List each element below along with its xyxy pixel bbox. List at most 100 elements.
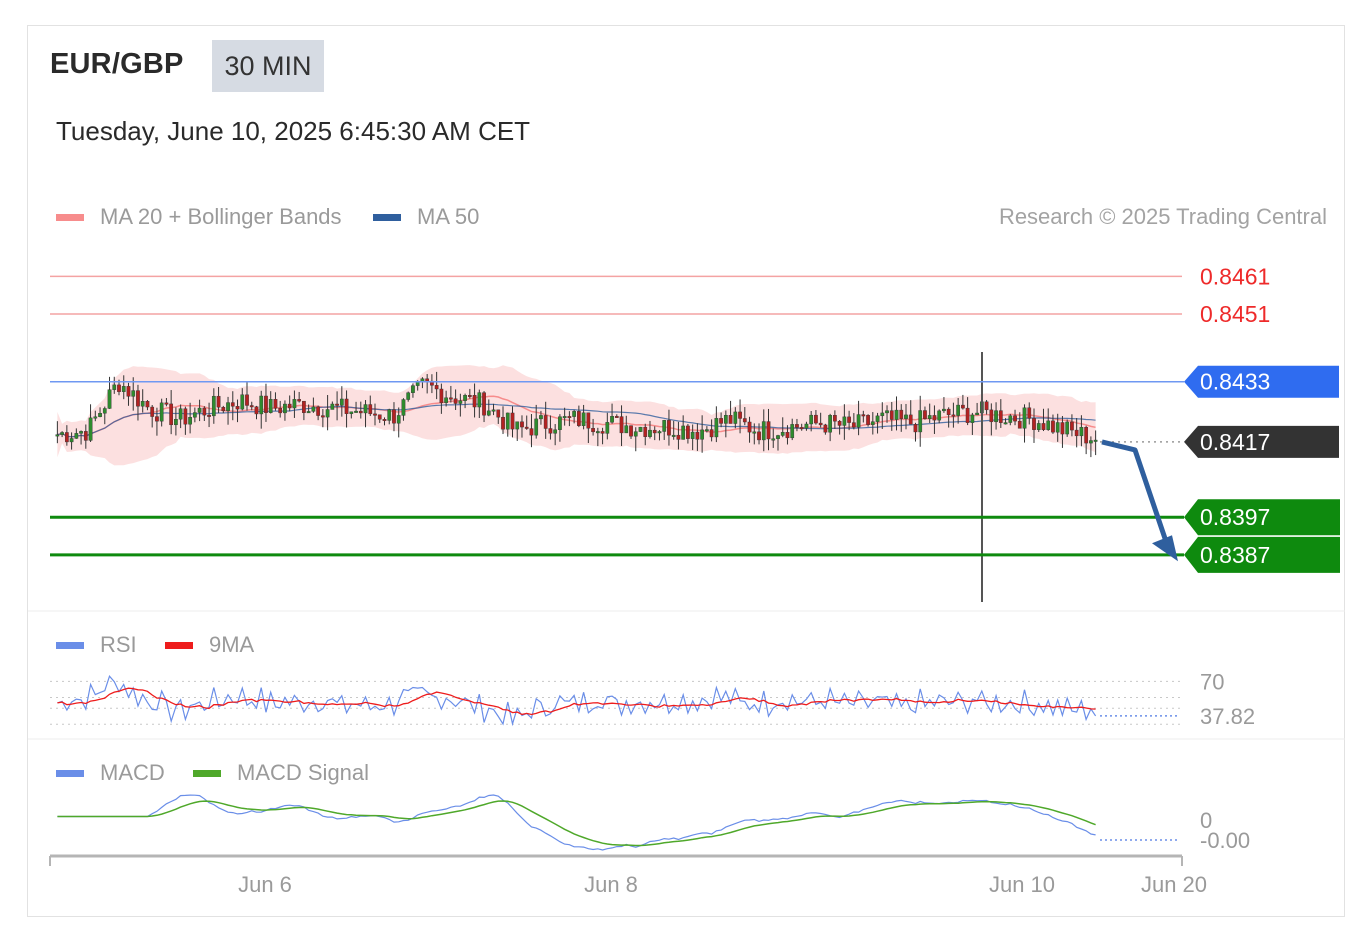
- candle-body: [1046, 420, 1051, 430]
- candle-body: [377, 414, 382, 420]
- candle-body: [64, 432, 69, 443]
- candle-body: [558, 416, 562, 430]
- candle-body: [387, 409, 392, 421]
- candle-body: [358, 410, 363, 414]
- candle-body: [1051, 420, 1055, 433]
- candle-body: [667, 420, 671, 436]
- candle-body: [880, 412, 885, 417]
- candle-body: [823, 424, 828, 433]
- candle-body: [467, 395, 472, 397]
- x-tick-label: Jun 10: [989, 872, 1055, 897]
- candle-body: [761, 421, 766, 441]
- candle-body: [202, 407, 207, 416]
- last-price-label: 0.8417: [1200, 429, 1270, 455]
- candle-body: [1003, 422, 1008, 425]
- candle-body: [529, 428, 534, 436]
- candle-body: [795, 424, 799, 428]
- candle-body: [392, 409, 396, 424]
- candle-body: [169, 403, 174, 426]
- candle-body: [453, 398, 458, 404]
- candle-body: [866, 415, 870, 425]
- candle-body: [733, 411, 738, 424]
- candle-body: [505, 412, 510, 430]
- candle-body: [932, 415, 937, 421]
- x-tick-label: Jun 6: [238, 872, 292, 897]
- candle-body: [595, 431, 600, 434]
- candle-body: [140, 401, 145, 407]
- candle-body: [117, 384, 121, 392]
- macd-signal-line: [57, 800, 1096, 847]
- candle-body: [178, 408, 183, 420]
- candle-body: [785, 432, 790, 439]
- candle-body: [690, 431, 695, 439]
- candle-body: [69, 438, 74, 443]
- candle-body: [411, 385, 415, 393]
- candle-body: [1027, 407, 1032, 419]
- candle-body: [738, 411, 742, 419]
- candle-body: [799, 427, 804, 430]
- candle-body: [306, 411, 311, 414]
- candle-body: [510, 412, 515, 430]
- forecast-arrow-head: [1152, 535, 1178, 562]
- candle-body: [965, 407, 970, 423]
- candle-body: [287, 403, 292, 409]
- candle-body: [349, 411, 354, 414]
- candle-body: [572, 411, 576, 417]
- candle-body: [382, 419, 387, 421]
- candle-body: [183, 408, 188, 425]
- candle-body: [1013, 415, 1017, 422]
- candle-body: [273, 399, 278, 409]
- candle-body: [74, 433, 79, 439]
- candle-body: [961, 404, 965, 409]
- pivot-label: 0.8433: [1200, 369, 1270, 395]
- candle-body: [491, 409, 496, 412]
- candle-body: [60, 432, 64, 435]
- candle-body: [942, 408, 946, 412]
- candle-body: [221, 406, 226, 412]
- candle-body: [1017, 420, 1022, 429]
- candle-body: [885, 410, 889, 414]
- candle-body: [145, 401, 150, 408]
- candle-body: [216, 395, 221, 408]
- candle-body: [752, 431, 757, 434]
- candle-body: [472, 395, 477, 408]
- candle-body: [321, 415, 325, 418]
- support-label: 0.8387: [1200, 542, 1270, 568]
- candle-body: [610, 416, 614, 423]
- candle-body: [771, 438, 776, 441]
- rsi-70-label: 70: [1200, 669, 1224, 694]
- candle-body: [994, 410, 998, 423]
- resistance-label: 0.8451: [1200, 301, 1270, 327]
- rsi-line: [57, 675, 1097, 727]
- candle-body: [458, 400, 463, 404]
- candle-body: [486, 410, 491, 416]
- candle-body: [951, 414, 956, 417]
- candle-body: [482, 392, 486, 416]
- candle-body: [354, 410, 358, 413]
- level-resistance-0: 0.8461: [50, 263, 1270, 289]
- candle-body: [686, 425, 690, 439]
- candle-body: [875, 415, 880, 422]
- candle-body: [1065, 421, 1070, 435]
- candle-body: [676, 434, 681, 440]
- candle-body: [984, 401, 989, 411]
- candle-body: [292, 399, 297, 409]
- candle-body: [657, 431, 662, 434]
- candle-body: [316, 406, 320, 416]
- candle-body: [524, 426, 529, 429]
- candle-body: [818, 422, 823, 426]
- candle-body: [809, 414, 814, 425]
- support-label: 0.8397: [1200, 504, 1270, 530]
- candle-body: [600, 431, 605, 434]
- candle-body: [93, 416, 98, 419]
- candle-body: [102, 408, 107, 414]
- candle-body: [946, 408, 951, 416]
- candle-body: [700, 429, 704, 440]
- candle-body: [937, 410, 942, 421]
- candle-body: [814, 414, 818, 424]
- candle-body: [1060, 422, 1065, 435]
- candle-body: [211, 395, 216, 417]
- candle-body: [833, 415, 837, 422]
- candle-body: [1079, 427, 1084, 437]
- candle-body: [1074, 429, 1079, 437]
